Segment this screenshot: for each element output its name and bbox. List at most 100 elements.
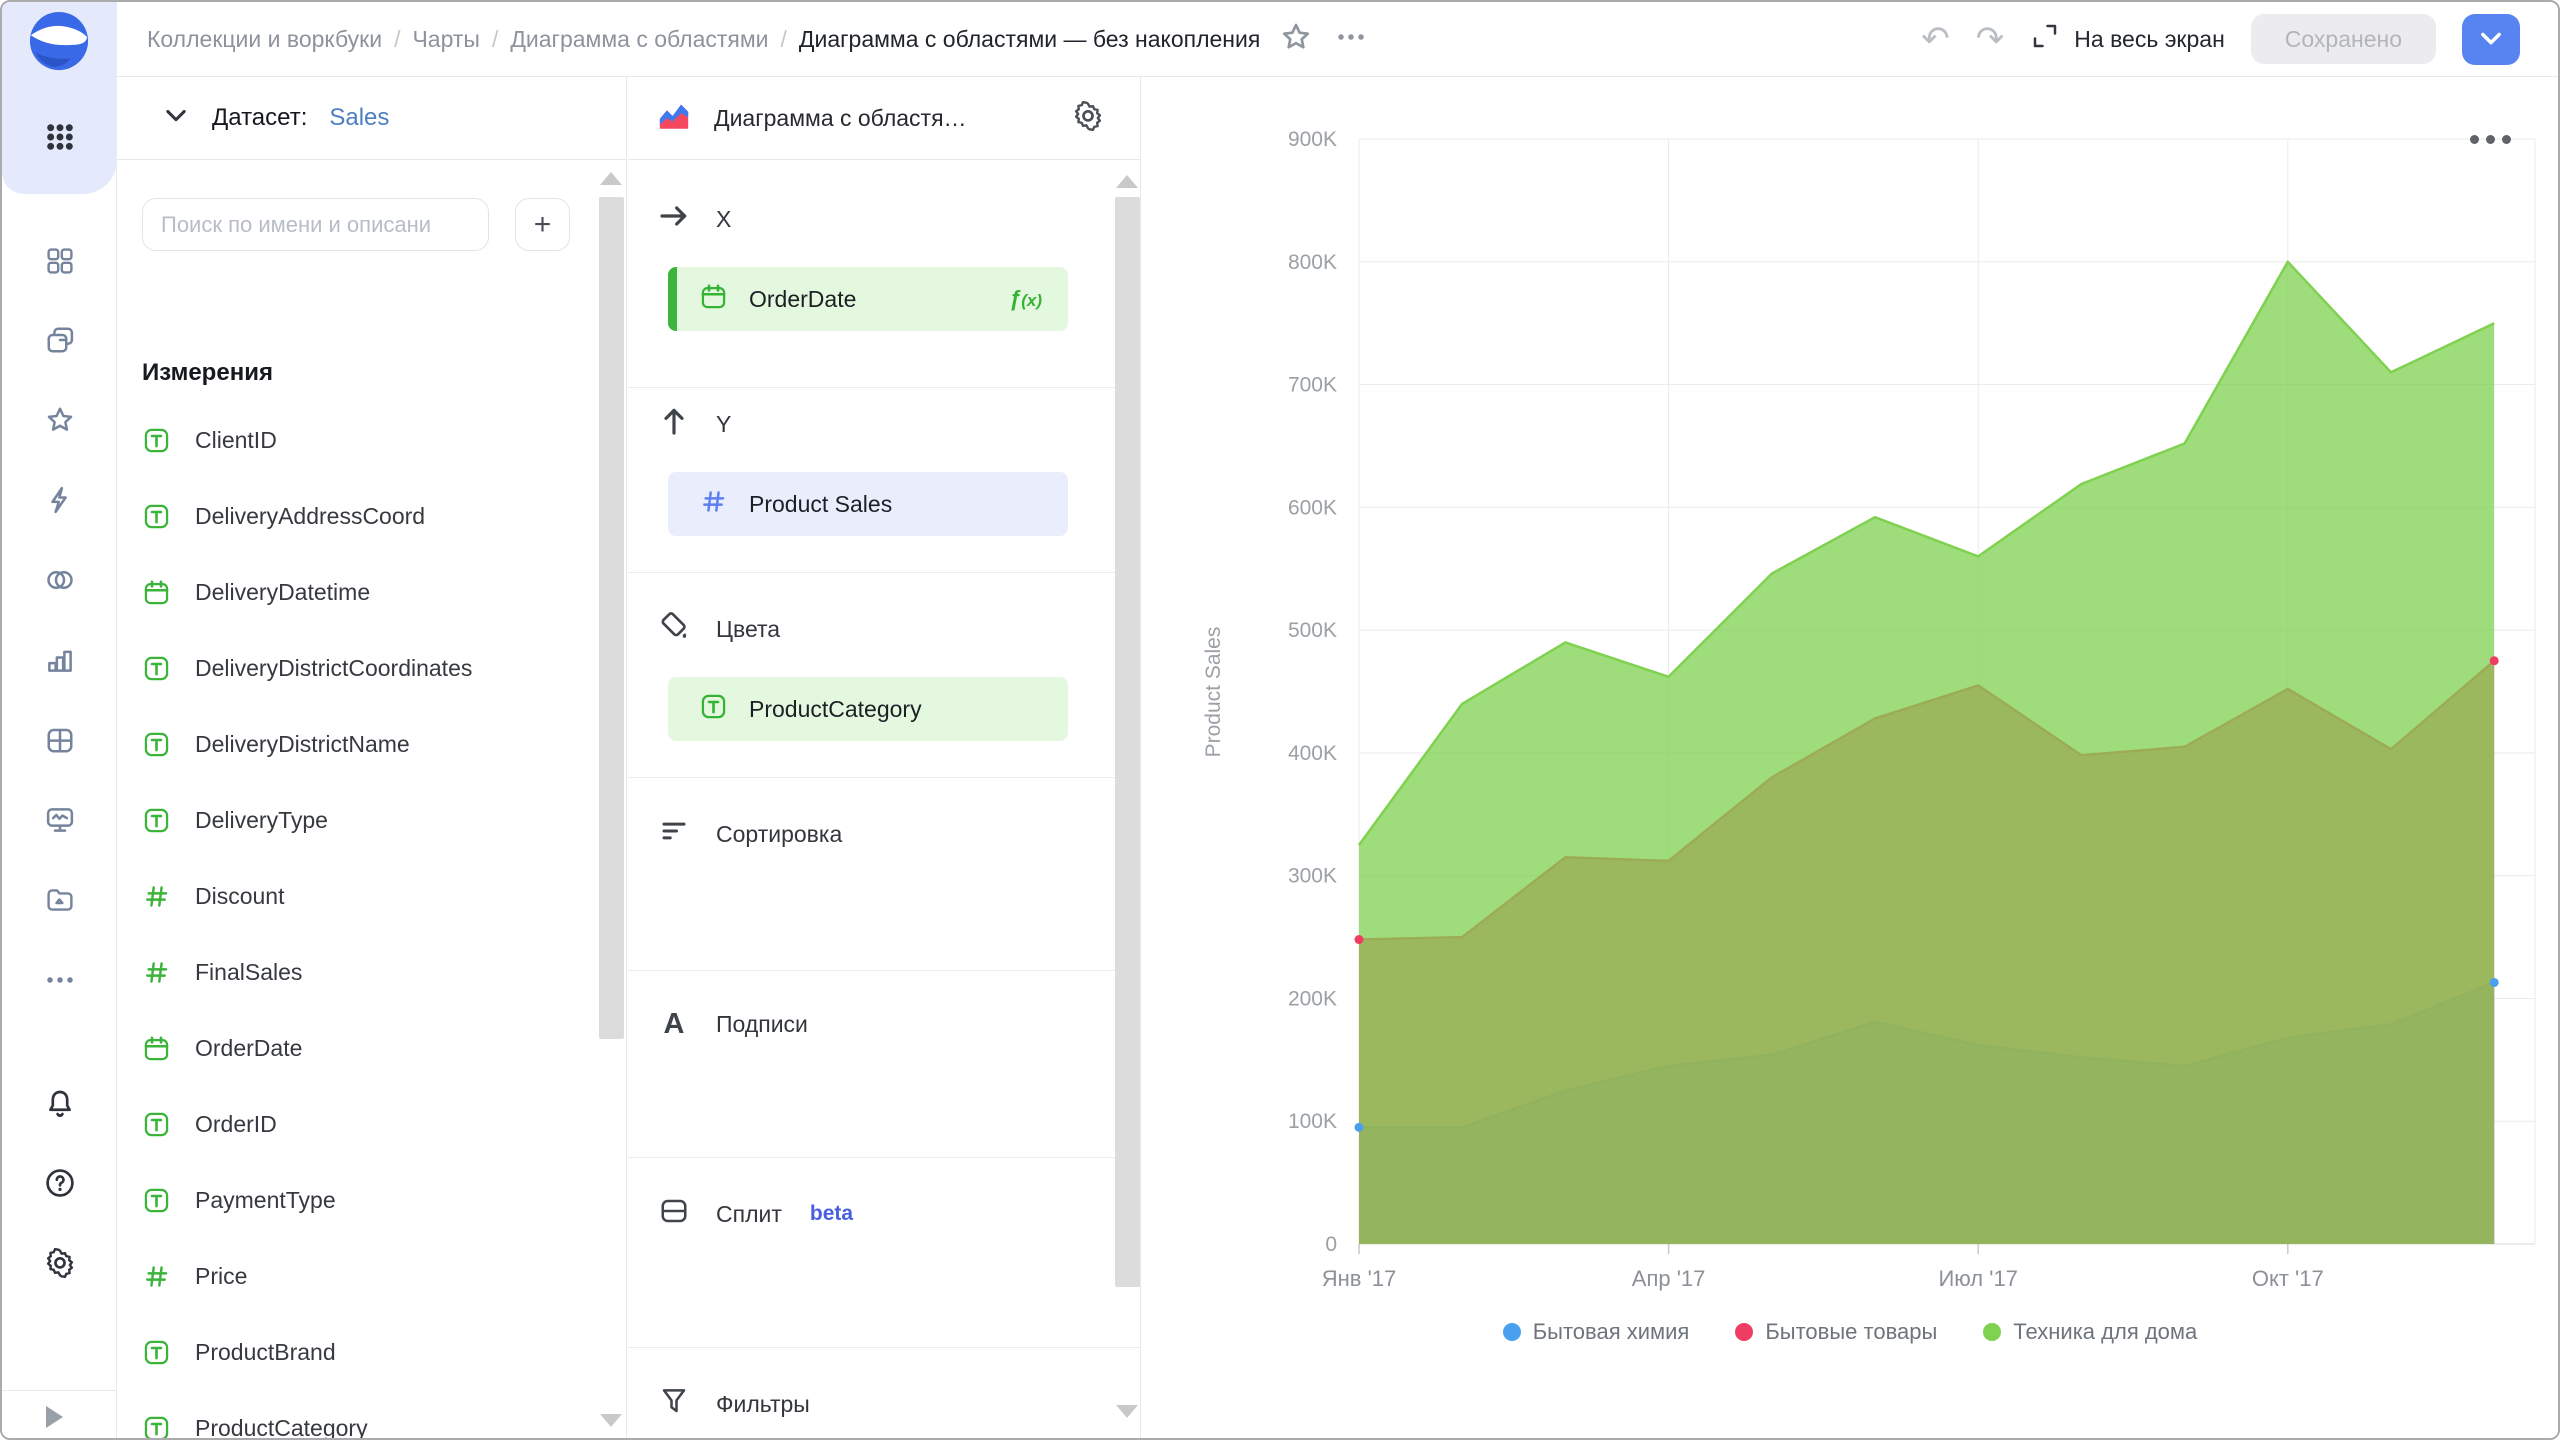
chart-settings-panel: Диаграмма с областя… X OrderDate ƒ(x) Y … <box>628 77 1141 1438</box>
dataset-field-PaymentType[interactable]: PaymentType <box>117 1162 587 1238</box>
shelf-section-sort[interactable]: Сортировка <box>658 812 842 856</box>
help-icon[interactable] <box>2 1158 117 1212</box>
arrow-right-icon <box>658 203 690 235</box>
paint-bucket-icon <box>658 613 690 645</box>
dataset-field-DeliveryType[interactable]: DeliveryType <box>117 782 587 858</box>
colors-field-chip[interactable]: ProductCategory <box>668 677 1068 741</box>
split-icon <box>658 1198 690 1230</box>
dimensions-section-title: Измерения <box>142 359 273 387</box>
apps-grid-icon[interactable] <box>2 112 117 166</box>
legend-label: Бытовые товары <box>1765 1319 1937 1345</box>
svg-text:Янв '17: Янв '17 <box>1322 1266 1397 1291</box>
sidebar-item-favorites[interactable] <box>2 395 117 449</box>
dataset-field-ClientID[interactable]: ClientID <box>117 402 587 478</box>
shelf-scroll-down-arrow[interactable] <box>1116 1405 1138 1418</box>
dataset-field-OrderDate[interactable]: OrderDate <box>117 1010 587 1086</box>
shelf-x-label: X <box>716 206 731 233</box>
dataset-field-ProductBrand[interactable]: ProductBrand <box>117 1314 587 1390</box>
sidebar-item-gallery[interactable] <box>2 875 117 929</box>
add-field-button[interactable]: + <box>515 198 570 251</box>
sidebar-item-charts[interactable] <box>2 635 117 689</box>
breadcrumb-item[interactable]: Диаграмма с областями <box>510 26 768 53</box>
sidebar-item-datasets[interactable] <box>2 555 117 609</box>
shelf-section-filters[interactable]: Фильтры <box>658 1382 810 1426</box>
dataset-field-Discount[interactable]: Discount <box>117 858 587 934</box>
sidebar-item-collections[interactable] <box>2 236 117 290</box>
field-name: OrderDate <box>195 1035 302 1062</box>
breadcrumb-item[interactable]: Коллекции и воркбуки <box>147 26 382 53</box>
entry-more-icon[interactable] <box>1336 22 1366 57</box>
field-name: FinalSales <box>195 959 302 986</box>
legend-item[interactable]: Бытовые товары <box>1735 1319 1937 1345</box>
dataset-field-DeliveryAddressCoord[interactable]: DeliveryAddressCoord <box>117 478 587 554</box>
field-name: PaymentType <box>195 1187 336 1214</box>
saved-button[interactable]: Сохранено <box>2251 14 2436 64</box>
dataset-field-DeliveryDatetime[interactable]: DeliveryDatetime <box>117 554 587 630</box>
legend-dot <box>1735 1323 1753 1341</box>
sidebar-item-connections[interactable] <box>2 475 117 529</box>
dataset-name-link[interactable]: Sales <box>329 104 389 132</box>
settings-gear-icon[interactable] <box>2 1238 117 1292</box>
svg-text:Апр '17: Апр '17 <box>1632 1266 1706 1291</box>
dataset-scrollbar[interactable] <box>599 197 624 1039</box>
chart-menu-icon[interactable] <box>2470 135 2511 144</box>
area-chart-type-icon[interactable] <box>656 99 692 138</box>
svg-text:800K: 800K <box>1288 251 1337 274</box>
legend-item[interactable]: Техника для дома <box>1983 1319 2197 1345</box>
dataset-field-OrderID[interactable]: OrderID <box>117 1086 587 1162</box>
dataset-field-ProductCategory[interactable]: ProductCategory <box>117 1390 587 1438</box>
breadcrumb-item[interactable]: Диаграмма с областями — без накопления <box>799 26 1260 53</box>
dataset-field-FinalSales[interactable]: FinalSales <box>117 934 587 1010</box>
calendar-icon <box>700 286 727 313</box>
legend-dot <box>1503 1323 1521 1341</box>
sidebar-item-workbooks[interactable] <box>2 315 117 369</box>
undo-icon[interactable]: ↶ <box>1921 22 1950 56</box>
redo-icon[interactable]: ↷ <box>1976 22 2005 56</box>
shelf-section-split[interactable]: Сплит beta <box>658 1192 853 1236</box>
y-chip-label: Product Sales <box>749 491 892 518</box>
number-field-icon <box>142 1262 170 1290</box>
sidebar-item-more[interactable] <box>2 955 117 1009</box>
datalens-logo[interactable] <box>26 10 92 72</box>
area-chart: 0100K200K300K400K500K600K700K800K900KЯнв… <box>1142 77 2558 1438</box>
string-field-icon <box>142 730 170 758</box>
x-field-chip[interactable]: OrderDate ƒ(x) <box>668 267 1068 331</box>
svg-text:0: 0 <box>1325 1233 1337 1256</box>
notifications-bell-icon[interactable] <box>2 1079 117 1133</box>
shelf-scroll-up-arrow[interactable] <box>1116 175 1138 188</box>
field-name: DeliveryDatetime <box>195 579 370 606</box>
string-field-icon <box>700 696 727 723</box>
dataset-field-DeliveryDistrictCoordinates[interactable]: DeliveryDistrictCoordinates <box>117 630 587 706</box>
app-window: Коллекции и воркбуки/Чарты/Диаграмма с о… <box>0 0 2560 1440</box>
svg-text:200K: 200K <box>1288 987 1337 1010</box>
dataset-scroll-up-arrow[interactable] <box>600 172 622 185</box>
rail-footer <box>2 1390 116 1440</box>
breadcrumb-item[interactable]: Чарты <box>412 26 479 53</box>
dataset-label: Датасет: <box>212 104 307 132</box>
formula-fx-icon[interactable]: ƒ(x) <box>1009 286 1042 312</box>
number-field-icon <box>142 958 170 986</box>
sidebar-item-dashboards[interactable] <box>2 715 117 769</box>
shelf-section-labels[interactable]: A Подписи <box>658 1002 808 1046</box>
shelf-scrollbar[interactable] <box>1115 197 1140 1287</box>
dataset-field-Price[interactable]: Price <box>117 1238 587 1314</box>
field-name: ProductBrand <box>195 1339 336 1366</box>
sidebar-item-monitoring[interactable] <box>2 795 117 849</box>
shelf-section-y: Y <box>658 402 731 446</box>
svg-text:600K: 600K <box>1288 496 1337 519</box>
favorite-star-icon[interactable] <box>1280 21 1312 58</box>
legend-item[interactable]: Бытовая химия <box>1503 1319 1690 1345</box>
dataset-scroll-down-arrow[interactable] <box>600 1414 622 1427</box>
shelf-split-label: Сплит <box>716 1201 782 1228</box>
field-search-input[interactable] <box>142 198 489 251</box>
y-field-chip[interactable]: Product Sales <box>668 472 1068 536</box>
dataset-header[interactable]: Датасет: Sales <box>117 77 626 160</box>
expand-rail-arrow[interactable] <box>46 1406 63 1428</box>
field-name: Price <box>195 1263 247 1290</box>
svg-text:Product Sales: Product Sales <box>1202 627 1225 758</box>
dataset-field-DeliveryDistrictName[interactable]: DeliveryDistrictName <box>117 706 587 782</box>
save-dropdown-button[interactable] <box>2462 14 2520 65</box>
fullscreen-button[interactable]: На весь экран <box>2030 21 2225 57</box>
chart-settings-gear-icon[interactable] <box>1072 100 1104 137</box>
chart-type-title[interactable]: Диаграмма с областя… <box>714 105 967 132</box>
